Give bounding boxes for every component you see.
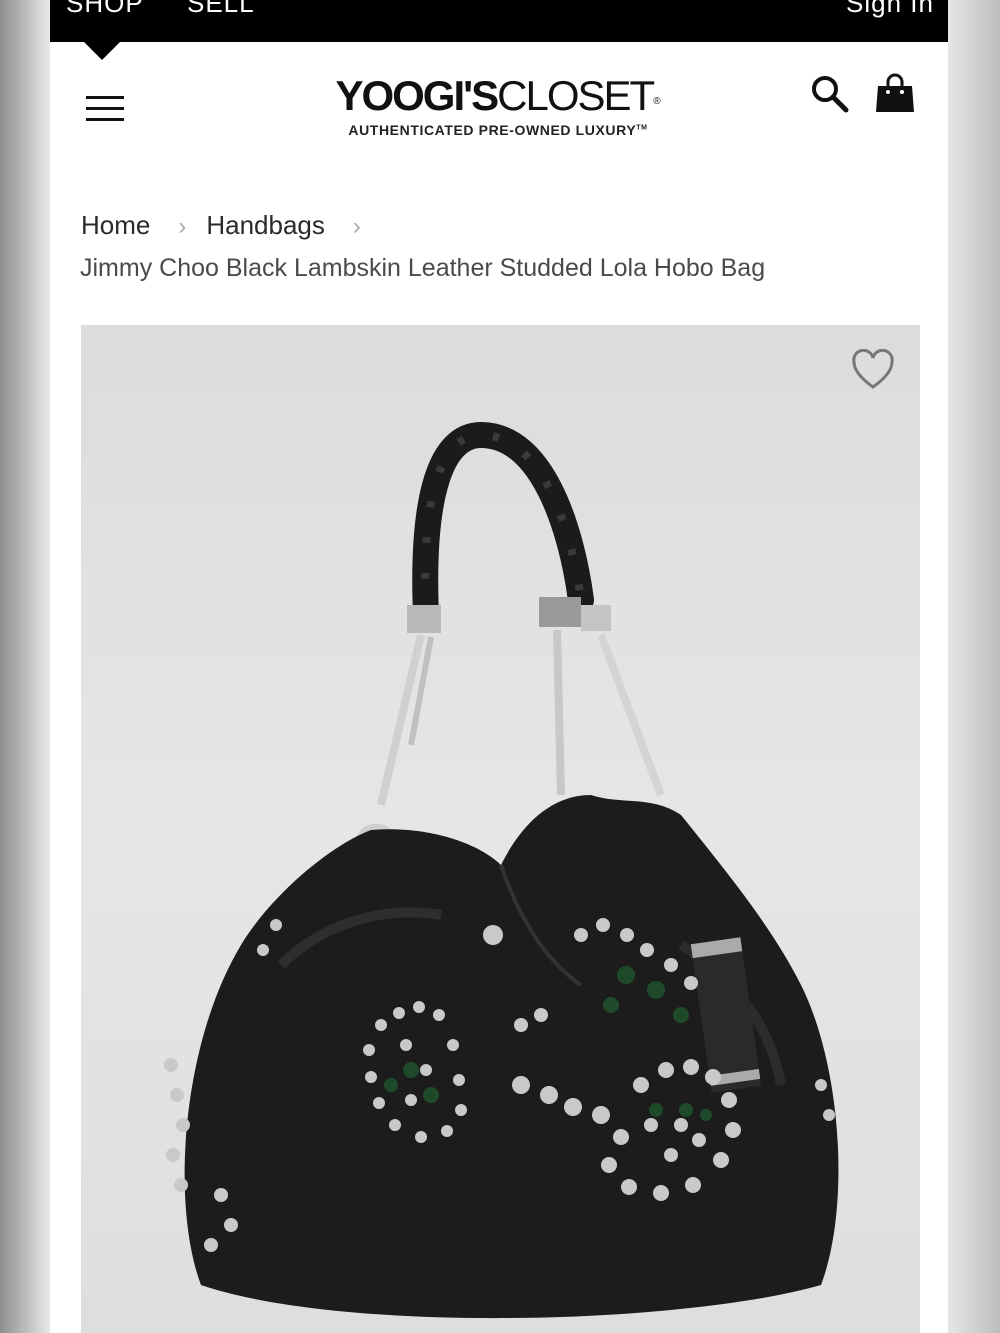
breadcrumb-home-link[interactable]: Home xyxy=(81,210,150,240)
breadcrumb-handbags-link[interactable]: Handbags xyxy=(206,210,325,240)
handbag-illustration xyxy=(164,421,839,1319)
active-tab-indicator xyxy=(84,42,120,60)
breadcrumb: Home › Handbags › xyxy=(81,210,381,241)
logo-light-text: CLOSET xyxy=(497,72,655,119)
page: SHOP SELL Sign In YOOGI'SCLOSET® AUTHENT… xyxy=(50,0,948,1333)
top-bar: SHOP SELL Sign In xyxy=(50,0,948,42)
sell-link[interactable]: SELL xyxy=(187,0,255,19)
registered-mark: ® xyxy=(653,96,661,107)
tagline-text: AUTHENTICATED PRE-OWNED LUXURY xyxy=(348,122,637,138)
shop-link[interactable]: SHOP xyxy=(66,0,144,19)
logo-bold-text: YOOGI'S xyxy=(335,72,499,119)
logo-wordmark: YOOGI'SCLOSET® xyxy=(318,74,678,118)
search-icon[interactable] xyxy=(808,72,852,116)
shopping-bag-icon[interactable] xyxy=(872,70,918,116)
heart-outline-icon[interactable] xyxy=(851,349,895,391)
sign-in-link[interactable]: Sign In xyxy=(846,0,934,19)
trademark-mark: TM xyxy=(636,124,648,132)
hamburger-menu-icon[interactable] xyxy=(86,96,124,122)
product-image[interactable] xyxy=(81,325,920,1333)
breadcrumb-separator: › xyxy=(352,213,361,240)
product-title: Jimmy Choo Black Lambskin Leather Studde… xyxy=(80,254,766,282)
breadcrumb-separator: › xyxy=(178,213,187,240)
logo-tagline: AUTHENTICATED PRE-OWNED LUXURYTM xyxy=(318,122,678,138)
site-logo[interactable]: YOOGI'SCLOSET® AUTHENTICATED PRE-OWNED L… xyxy=(318,74,678,139)
